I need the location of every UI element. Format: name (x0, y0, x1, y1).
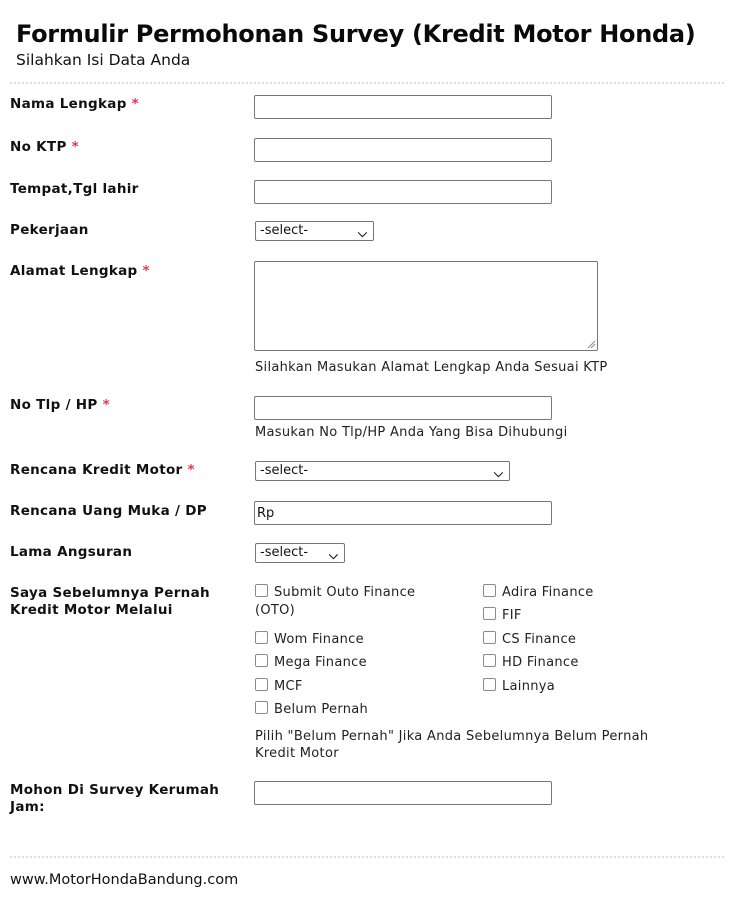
ttl-label: Tempat,Tgl lahir (10, 181, 139, 197)
checkbox-icon[interactable] (483, 678, 496, 691)
pernah-kredit-label: Saya Sebelumnya Pernah Kredit Motor Mela… (10, 585, 210, 619)
chevron-down-icon: ⌵ (328, 548, 338, 562)
nama-input[interactable] (254, 95, 552, 119)
kredit-motor-label: Rencana Kredit Motor * (10, 462, 195, 479)
survey-jam-label-line1: Mohon Di Survey Kerumah (10, 782, 220, 798)
required-marker: * (187, 462, 195, 478)
checkbox-wom[interactable]: Wom Finance (255, 631, 364, 649)
alamat-label-text: Alamat Lengkap (10, 263, 138, 279)
ktp-input[interactable] (254, 138, 552, 162)
checkbox-label: Lainnya (502, 679, 556, 694)
checkbox-label: Adira Finance (502, 585, 594, 600)
alamat-textarea[interactable] (254, 261, 598, 351)
footer-site-link: www.MotorHondaBandung.com (10, 872, 239, 888)
ktp-label: No KTP * (10, 139, 79, 156)
checkbox-icon[interactable] (483, 584, 496, 597)
checkbox-label: Belum Pernah (274, 702, 369, 717)
checkbox-icon[interactable] (255, 654, 268, 667)
survey-jam-input[interactable] (254, 781, 552, 805)
checkbox-oto[interactable]: Submit Outo Finance (OTO) (255, 584, 415, 620)
tlp-input[interactable] (254, 396, 552, 420)
kredit-motor-select[interactable]: -select- ⌵ (255, 461, 510, 481)
survey-jam-label-line2: Jam: (10, 799, 45, 815)
pekerjaan-selected: -select- (260, 223, 309, 238)
checkbox-mcf[interactable]: MCF (255, 678, 303, 696)
required-marker: * (131, 96, 140, 112)
required-marker: * (102, 397, 110, 413)
alamat-hint: Silahkan Masukan Alamat Lengkap Anda Ses… (255, 360, 608, 375)
checkbox-icon[interactable] (483, 607, 496, 620)
checkbox-icon[interactable] (483, 654, 496, 667)
angsuran-selected: -select- (260, 545, 309, 560)
kredit-motor-selected: -select- (260, 463, 309, 478)
pernah-kredit-label-line1: Saya Sebelumnya Pernah (10, 585, 210, 601)
required-marker: * (71, 139, 80, 155)
kredit-motor-label-text: Rencana Kredit Motor (10, 462, 183, 478)
pernah-kredit-hint-line2: Kredit Motor (255, 746, 339, 761)
pekerjaan-label: Pekerjaan (10, 222, 89, 238)
nama-label: Nama Lengkap * (10, 96, 139, 113)
checkbox-label: Submit Outo Finance (274, 585, 416, 600)
nama-label-text: Nama Lengkap (10, 96, 127, 112)
angsuran-select[interactable]: -select- ⌵ (255, 543, 345, 563)
pekerjaan-select[interactable]: -select- ⌵ (255, 221, 374, 241)
checkbox-hd[interactable]: HD Finance (483, 654, 579, 672)
uang-muka-input[interactable] (254, 501, 552, 525)
checkbox-fif[interactable]: FIF (483, 607, 522, 625)
top-divider (10, 82, 724, 84)
pernah-kredit-label-line2: Kredit Motor Melalui (10, 602, 173, 618)
angsuran-label: Lama Angsuran (10, 544, 133, 560)
checkbox-label: MCF (274, 679, 303, 694)
tlp-hint: Masukan No Tlp/HP Anda Yang Bisa Dihubun… (255, 425, 568, 440)
checkbox-label: HD Finance (502, 655, 579, 670)
checkbox-label: FIF (502, 608, 522, 623)
page-subtitle: Silahkan Isi Data Anda (16, 51, 191, 69)
ktp-label-text: No KTP (10, 139, 67, 155)
checkbox-icon[interactable] (483, 631, 496, 644)
tlp-label: No Tlp / HP * (10, 397, 110, 414)
required-marker: * (142, 263, 150, 279)
resize-grip-icon[interactable] (586, 339, 596, 349)
checkbox-label: Wom Finance (274, 632, 364, 647)
pernah-kredit-hint-line1: Pilih "Belum Pernah" Jika Anda Sebelumny… (255, 729, 649, 744)
page-title: Formulir Permohonan Survey (Kredit Motor… (16, 20, 696, 48)
bottom-divider (10, 856, 724, 858)
alamat-label: Alamat Lengkap * (10, 263, 150, 280)
ttl-input[interactable] (254, 180, 552, 204)
checkbox-label: Mega Finance (274, 655, 367, 670)
checkbox-adira[interactable]: Adira Finance (483, 584, 594, 602)
checkbox-belum-pernah[interactable]: Belum Pernah (255, 701, 368, 719)
uang-muka-label: Rencana Uang Muka / DP (10, 503, 207, 519)
checkbox-mega[interactable]: Mega Finance (255, 654, 367, 672)
survey-jam-label: Mohon Di Survey Kerumah Jam: (10, 782, 219, 816)
tlp-label-text: No Tlp / HP (10, 397, 98, 413)
checkbox-icon[interactable] (255, 584, 268, 597)
checkbox-label-cont: (OTO) (255, 603, 296, 618)
checkbox-cs[interactable]: CS Finance (483, 631, 576, 649)
checkbox-icon[interactable] (255, 678, 268, 691)
chevron-down-icon: ⌵ (357, 226, 367, 240)
checkbox-label: CS Finance (502, 632, 577, 647)
pernah-kredit-hint: Pilih "Belum Pernah" Jika Anda Sebelumny… (255, 728, 648, 762)
checkbox-icon[interactable] (255, 631, 268, 644)
checkbox-lainnya[interactable]: Lainnya (483, 678, 555, 696)
chevron-down-icon: ⌵ (493, 466, 503, 480)
checkbox-icon[interactable] (255, 701, 268, 714)
